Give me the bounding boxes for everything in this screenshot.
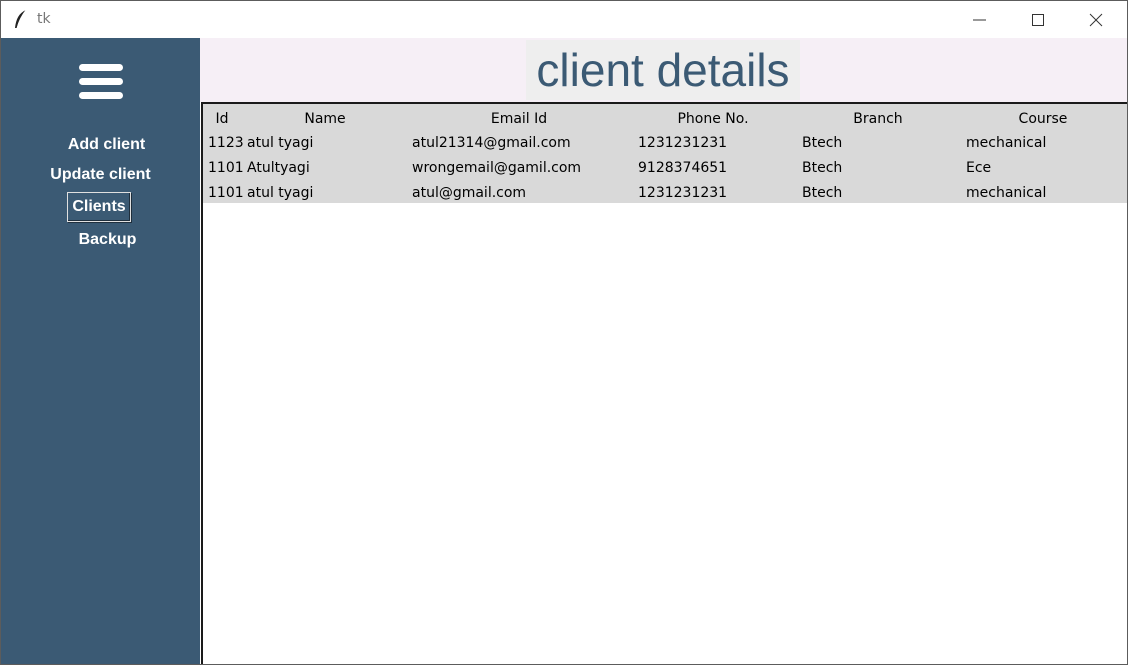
sidebar: Add client Update client Clients Backup — [1, 38, 200, 664]
close-icon — [1089, 13, 1103, 27]
cell-phone: 1231231231 — [638, 135, 728, 151]
cell-name: atul tyagi — [247, 135, 314, 151]
header: client details — [200, 38, 1127, 102]
column-header-email[interactable]: Email Id — [469, 111, 569, 127]
window-title: tk — [37, 11, 51, 27]
sidebar-item-clients[interactable]: Clients — [67, 192, 131, 222]
maximize-icon — [1032, 14, 1044, 26]
close-button[interactable] — [1067, 1, 1125, 38]
sidebar-item-backup[interactable]: Backup — [1, 231, 214, 249]
cell-phone: 9128374651 — [638, 160, 728, 176]
cell-course: Ece — [966, 160, 992, 176]
cell-id: 1123 — [208, 135, 244, 151]
cell-email: atul@gmail.com — [412, 185, 527, 201]
cell-branch: Btech — [802, 185, 843, 201]
cell-course: mechanical — [966, 135, 1047, 151]
column-header-name[interactable]: Name — [275, 111, 375, 127]
cell-branch: Btech — [802, 135, 843, 151]
hamburger-menu-icon[interactable] — [79, 64, 123, 102]
minimize-button[interactable] — [951, 1, 1009, 38]
cell-phone: 1231231231 — [638, 185, 728, 201]
cell-id: 1101 — [208, 185, 244, 201]
column-header-branch[interactable]: Branch — [828, 111, 928, 127]
app-window: tk Add client Update client Clients Back… — [0, 0, 1128, 665]
cell-id: 1101 — [208, 160, 244, 176]
cell-name: Atultyagi — [247, 160, 310, 176]
column-header-phone[interactable]: Phone No. — [663, 111, 763, 127]
title-bar[interactable]: tk — [1, 1, 1127, 38]
sidebar-item-update-client[interactable]: Update client — [1, 166, 200, 184]
cell-course: mechanical — [966, 185, 1047, 201]
cell-email: wrongemail@gamil.com — [412, 160, 582, 176]
cell-branch: Btech — [802, 160, 843, 176]
column-header-course[interactable]: Course — [993, 111, 1093, 127]
cell-email: atul21314@gmail.com — [412, 135, 571, 151]
feather-icon — [15, 9, 27, 29]
minimize-icon — [973, 19, 986, 21]
clients-table[interactable]: Id Name Email Id Phone No. Branch Course… — [201, 102, 1127, 664]
cell-name: atul tyagi — [247, 185, 314, 201]
sidebar-item-add-client[interactable]: Add client — [1, 136, 212, 154]
column-header-id[interactable]: Id — [205, 111, 239, 127]
maximize-button[interactable] — [1009, 1, 1067, 38]
page-title: client details — [526, 40, 800, 100]
